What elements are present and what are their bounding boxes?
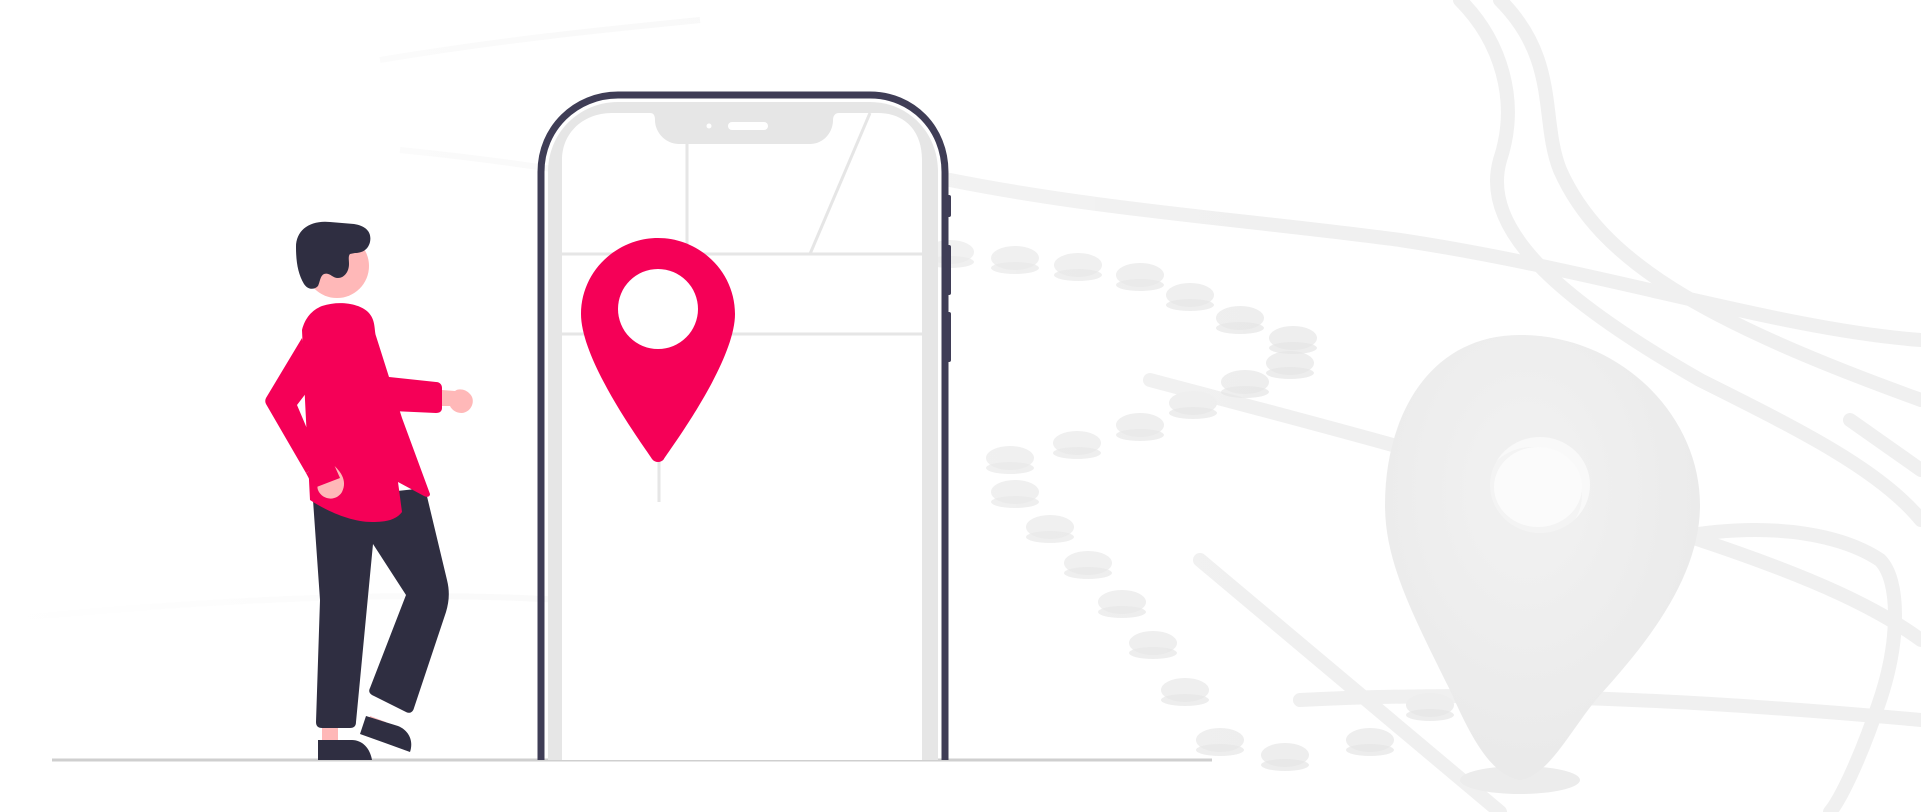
phone-speaker	[728, 122, 768, 130]
phone	[537, 91, 951, 760]
phone-camera	[706, 123, 712, 129]
person	[265, 221, 473, 760]
shoe	[360, 716, 412, 752]
foreground-illustration	[52, 91, 1212, 762]
shoe	[318, 740, 372, 760]
phone-screen	[562, 113, 922, 760]
hero-illustration	[0, 0, 1921, 812]
